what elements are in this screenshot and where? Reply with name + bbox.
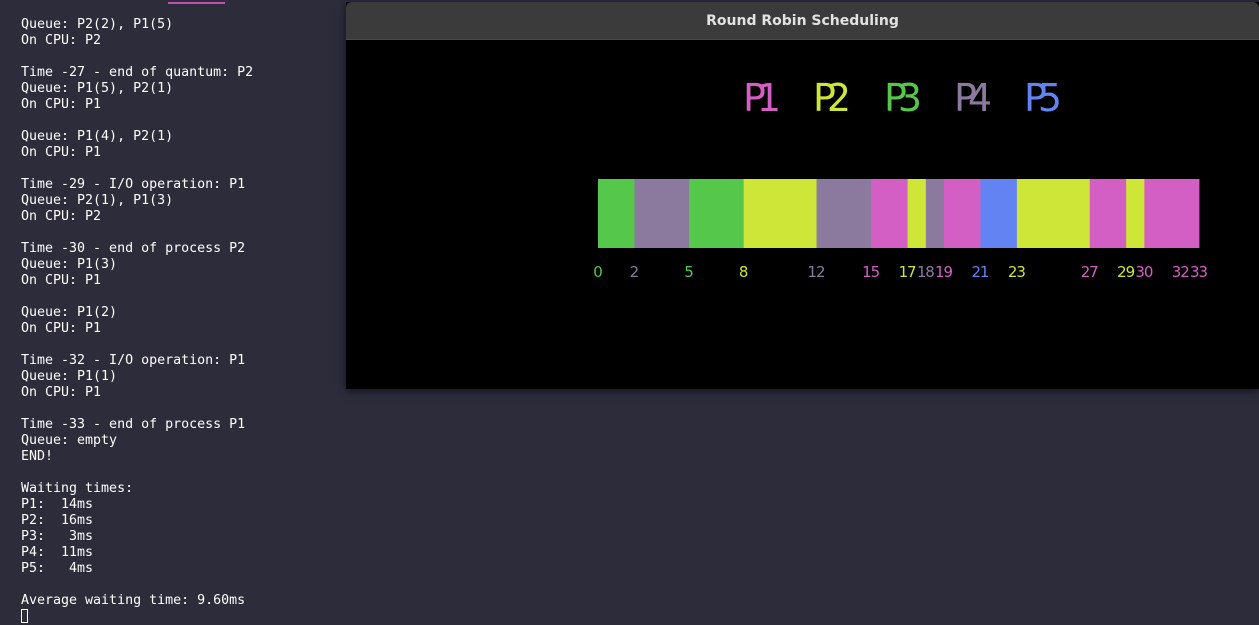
- gantt-bar-p4: [925, 179, 945, 248]
- terminal-line: Time -33 - end of process P1: [21, 417, 246, 432]
- gantt-bar-p1: [944, 179, 981, 248]
- terminal-line: On CPU: P1: [21, 321, 102, 336]
- time-tick-label: 17: [899, 263, 917, 281]
- time-tick-label: 2: [630, 263, 640, 281]
- legend-label-p4: P4: [954, 76, 992, 120]
- terminal-line: P4: 11ms: [21, 545, 94, 560]
- terminal-line: P3: 3ms: [21, 529, 94, 544]
- gantt-bar-p2: [907, 179, 927, 248]
- time-tick-label: 21: [971, 263, 989, 281]
- terminal-line: Queue: P1(3): [21, 257, 118, 272]
- time-tick-label: 0: [593, 263, 603, 281]
- gantt-bar-p2: [743, 179, 817, 248]
- terminal-line: Average waiting time: 9.60ms: [21, 593, 246, 608]
- legend-label-p2: P2: [813, 76, 851, 120]
- legend-label-p1: P1: [743, 76, 781, 120]
- terminal-line: Time -27 - end of quantum: P2: [21, 65, 254, 80]
- time-tick-label: 30: [1135, 263, 1153, 281]
- terminal-line: Waiting times:: [21, 481, 134, 496]
- gantt-bar-p3: [689, 179, 745, 248]
- terminal-line: Queue: empty: [21, 433, 118, 448]
- gantt-bar-p4: [816, 179, 872, 248]
- legend-label-p5: P5: [1024, 76, 1062, 120]
- gantt-bar-p2: [1126, 179, 1145, 248]
- terminal-line: Queue: P1(4), P2(1): [21, 129, 174, 144]
- terminal-tab-indicator: [168, 2, 225, 4]
- terminal-line: Time -30 - end of process P2: [21, 241, 246, 256]
- terminal-line: On CPU: P1: [21, 273, 102, 288]
- terminal-line: Queue: P1(2): [21, 305, 118, 320]
- terminal-line: Time -32 - I/O operation: P1: [21, 353, 246, 368]
- terminal-line: P2: 16ms: [21, 513, 94, 528]
- time-tick-label: 12: [808, 263, 826, 281]
- gantt-bar-p1: [1089, 179, 1127, 248]
- terminal-line: On CPU: P1: [21, 385, 102, 400]
- time-tick-label: 27: [1081, 263, 1099, 281]
- time-tick-label: 8: [739, 263, 749, 281]
- terminal-line: END!: [21, 449, 54, 464]
- terminal-line: On CPU: P1: [21, 97, 102, 112]
- time-tick-label: 15: [862, 263, 880, 281]
- terminal-line: Queue: P1(1): [21, 369, 118, 384]
- legend-label-p3: P3: [884, 76, 922, 120]
- terminal-line: P1: 14ms: [21, 497, 94, 512]
- terminal-line: P5: 4ms: [21, 561, 94, 576]
- time-tick-label: 23: [1008, 263, 1026, 281]
- terminal-line: Queue: P2(2), P1(5): [21, 17, 174, 32]
- gantt-bar-p3: [598, 179, 635, 248]
- terminal-line: On CPU: P2: [21, 33, 102, 48]
- time-tick-label: 19: [935, 263, 953, 281]
- time-tick-label: 29: [1117, 263, 1135, 281]
- time-tick-label: 32: [1172, 263, 1190, 281]
- gantt-bar-p1: [1144, 179, 1200, 248]
- terminal-line: Queue: P1(5), P2(1): [21, 81, 174, 96]
- time-tick-label: 18: [917, 263, 935, 281]
- terminal-line: On CPU: P1: [21, 145, 102, 160]
- terminal-prompt-line[interactable]: [21, 609, 253, 625]
- gantt-bar-p2: [1016, 179, 1091, 248]
- window-title: Round Robin Scheduling: [706, 12, 899, 29]
- terminal-line: Queue: P2(1), P1(3): [21, 193, 174, 208]
- terminal-cursor: [21, 609, 28, 623]
- terminal-line: Time -29 - I/O operation: P1: [21, 177, 246, 192]
- time-tick-label: 33: [1190, 263, 1208, 281]
- time-tick-label: 5: [684, 263, 694, 281]
- gantt-bar-p1: [871, 179, 909, 248]
- gantt-chart: P1 P2 P3 P4 P5 0 2 5 8 12 15 17 18 19 21 23 27 29 30 32 33: [593, 76, 1208, 281]
- gantt-bar-p4: [634, 179, 690, 248]
- window-titlebar[interactable]: Round Robin Scheduling: [346, 2, 1259, 40]
- gantt-bar-p5: [980, 179, 1018, 248]
- gantt-window[interactable]: Round Robin Scheduling P1 P2 P3 P4 P5 0 2 5 8 12 1…: [346, 2, 1259, 389]
- terminal-line: On CPU: P2: [21, 209, 102, 224]
- terminal-output: Queue: P2(2), P1(5) On CPU: P2 Time -27 - …: [21, 17, 253, 625]
